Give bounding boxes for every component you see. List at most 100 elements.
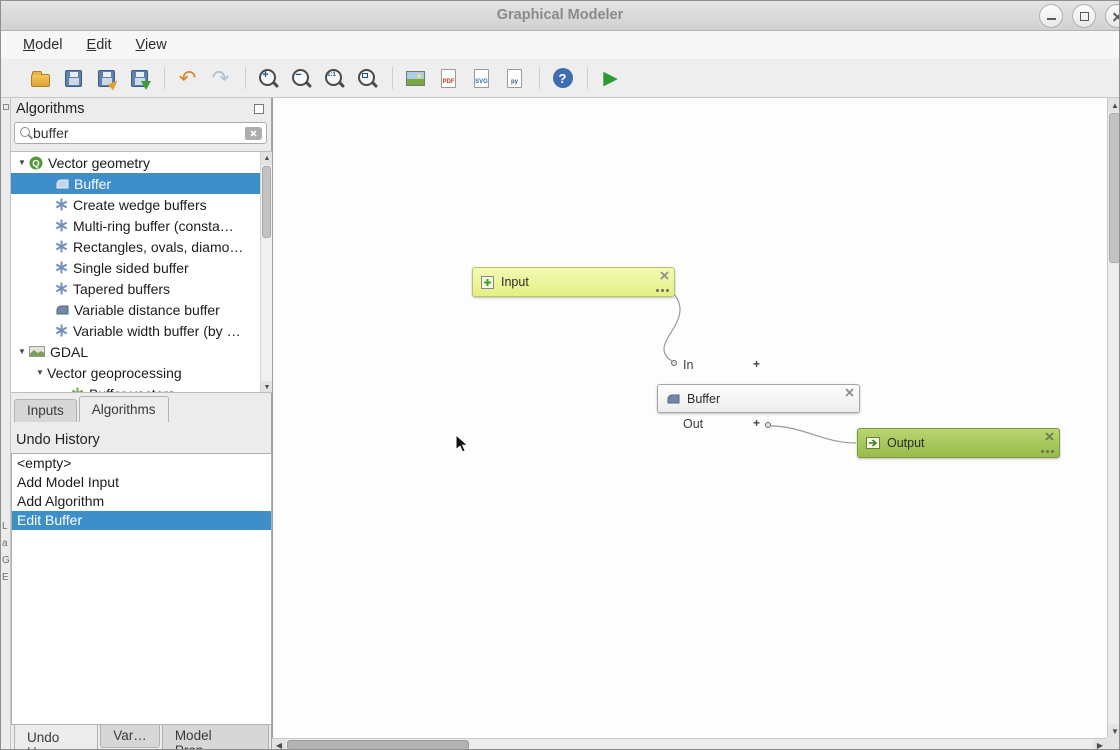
- clipped-dock-edge: L a G E: [1, 98, 11, 750]
- scrollbar-thumb[interactable]: [262, 166, 271, 238]
- scroll-down-icon[interactable]: ▼: [1108, 724, 1120, 738]
- in-socket-expand[interactable]: +: [753, 357, 760, 371]
- clipped-dock-text: L: [2, 521, 8, 532]
- undo-history-list: <empty> Add Model Input Add Algorithm Ed…: [11, 453, 272, 725]
- redo-icon: ↷: [212, 68, 230, 89]
- scroll-left-icon[interactable]: ◀: [272, 739, 286, 750]
- zoom-in-icon: +: [257, 67, 280, 90]
- run-icon: ▶: [603, 69, 618, 88]
- tab-inputs[interactable]: Inputs: [14, 399, 77, 422]
- undo-item-empty[interactable]: <empty>: [12, 454, 271, 473]
- undo-item-add-model-input[interactable]: Add Model Input: [12, 473, 271, 492]
- scroll-right-icon[interactable]: ▶: [1093, 739, 1107, 750]
- tree-item-variable-width-buffer[interactable]: Variable width buffer (by …: [11, 320, 260, 341]
- tab-variables[interactable]: Var…: [100, 725, 160, 748]
- expand-arrow-icon[interactable]: ▼: [15, 347, 29, 356]
- expand-arrow-icon[interactable]: ▼: [15, 158, 29, 167]
- tree-item-buffer[interactable]: Buffer: [11, 173, 260, 194]
- help-button[interactable]: ?: [547, 63, 578, 94]
- undo-history-title: Undo History: [16, 432, 100, 448]
- menu-view[interactable]: View: [126, 33, 177, 57]
- out-socket-label: Out: [683, 417, 703, 431]
- dock-tabbar: Inputs Algorithms: [14, 394, 171, 422]
- delete-node-icon[interactable]: [845, 388, 854, 397]
- export-image-button[interactable]: [400, 63, 431, 94]
- scrollbar-thumb[interactable]: [287, 740, 469, 750]
- undo-item-edit-buffer[interactable]: Edit Buffer: [12, 511, 271, 530]
- buffer-algorithm-icon: [55, 178, 69, 190]
- maximize-button[interactable]: [1072, 4, 1096, 28]
- clipped-dock-icon: [3, 104, 9, 110]
- tree-item-rectangles-ovals[interactable]: Rectangles, ovals, diamo…: [11, 236, 260, 257]
- scroll-down-icon[interactable]: ▼: [261, 381, 272, 393]
- zoom-in-button[interactable]: +: [253, 63, 284, 94]
- canvas-horizontal-scrollbar[interactable]: ◀ ▶: [272, 738, 1107, 750]
- zoom-full-icon: [356, 67, 379, 90]
- tree-scrollbar[interactable]: ▲ ▼: [260, 152, 272, 393]
- model-input-node[interactable]: Input: [472, 267, 675, 297]
- graphical-modeler-window: Graphical Modeler Model Edit View ↶ ↷ + …: [0, 0, 1120, 750]
- expand-arrow-icon[interactable]: ▼: [33, 368, 47, 377]
- save-as-icon: [98, 70, 115, 87]
- export-pdf-icon: PDF: [441, 69, 456, 88]
- delete-node-icon[interactable]: [1045, 432, 1054, 441]
- tree-item-multi-ring-buffer[interactable]: Multi-ring buffer (consta…: [11, 215, 260, 236]
- tree-group-vector-geoprocessing[interactable]: ▼ Vector geoprocessing: [11, 362, 260, 383]
- out-socket-expand[interactable]: +: [753, 416, 760, 430]
- clear-search-icon[interactable]: [245, 127, 262, 140]
- undo-history-header: Undo History: [11, 429, 272, 451]
- tab-model-properties[interactable]: Model Prop…: [162, 725, 269, 750]
- model-output-node[interactable]: Output: [857, 428, 1060, 458]
- algorithm-icon: [55, 219, 68, 232]
- search-input[interactable]: [33, 125, 245, 141]
- tree-item-tapered-buffers[interactable]: Tapered buffers: [11, 278, 260, 299]
- in-socket-dot[interactable]: [671, 360, 677, 366]
- svg-text:Q: Q: [32, 158, 39, 169]
- tab-undo-history[interactable]: Undo H…: [14, 725, 98, 750]
- maximize-icon: [1080, 12, 1089, 21]
- scroll-up-icon[interactable]: ▲: [1108, 98, 1120, 112]
- export-svg-button[interactable]: SVG: [466, 63, 497, 94]
- delete-node-icon[interactable]: [660, 271, 669, 280]
- undo-button[interactable]: ↶: [172, 63, 203, 94]
- buffer-algorithm-icon: [55, 304, 69, 316]
- scroll-up-icon[interactable]: ▲: [261, 152, 272, 165]
- node-expand-dots[interactable]: [656, 289, 669, 292]
- node-expand-dots[interactable]: [1041, 450, 1054, 453]
- tree-item-create-wedge-buffers[interactable]: Create wedge buffers: [11, 194, 260, 215]
- export-python-button[interactable]: py: [499, 63, 530, 94]
- menu-model[interactable]: Model: [13, 33, 73, 57]
- tree-group-vector-geometry[interactable]: ▼ Q Vector geometry: [11, 152, 260, 173]
- zoom-full-button[interactable]: [352, 63, 383, 94]
- help-icon: ?: [553, 68, 573, 88]
- output-node-label: Output: [887, 436, 925, 450]
- minimize-button[interactable]: [1039, 4, 1063, 28]
- export-pdf-button[interactable]: PDF: [433, 63, 464, 94]
- save-model-as-button[interactable]: [91, 63, 122, 94]
- save-icon: [65, 70, 82, 87]
- bottom-dock-tabbar: Undo H… Var… Model Prop…: [14, 725, 271, 750]
- zoom-out-button[interactable]: −: [286, 63, 317, 94]
- undo-item-add-algorithm[interactable]: Add Algorithm: [12, 492, 271, 511]
- save-model-button[interactable]: [58, 63, 89, 94]
- open-model-button[interactable]: [25, 63, 56, 94]
- tree-group-gdal[interactable]: ▼ GDAL: [11, 341, 260, 362]
- export-python-icon: py: [507, 69, 522, 88]
- redo-button[interactable]: ↷: [205, 63, 236, 94]
- menu-edit[interactable]: Edit: [77, 33, 122, 57]
- canvas-vertical-scrollbar[interactable]: ▲ ▼: [1107, 98, 1120, 738]
- tree-item-buffer-vectors[interactable]: Buffer vectors: [11, 383, 260, 393]
- tree-item-single-sided-buffer[interactable]: Single sided buffer: [11, 257, 260, 278]
- out-socket-dot[interactable]: [765, 422, 771, 428]
- float-panel-icon[interactable]: [254, 104, 264, 114]
- scrollbar-thumb[interactable]: [1109, 113, 1120, 263]
- zoom-actual-button[interactable]: 1:1: [319, 63, 350, 94]
- run-model-button[interactable]: ▶: [595, 63, 626, 94]
- save-to-project-button[interactable]: [124, 63, 155, 94]
- buffer-algorithm-node[interactable]: Buffer: [657, 384, 860, 413]
- tree-item-variable-distance-buffer[interactable]: Variable distance buffer: [11, 299, 260, 320]
- model-canvas[interactable]: Input In + Buffer Out + Output: [272, 98, 1107, 738]
- algorithm-tree: ▼ Q Vector geometry Buffer Create wedge …: [11, 151, 272, 393]
- tab-algorithms[interactable]: Algorithms: [79, 396, 169, 422]
- buffer-icon: [666, 393, 680, 405]
